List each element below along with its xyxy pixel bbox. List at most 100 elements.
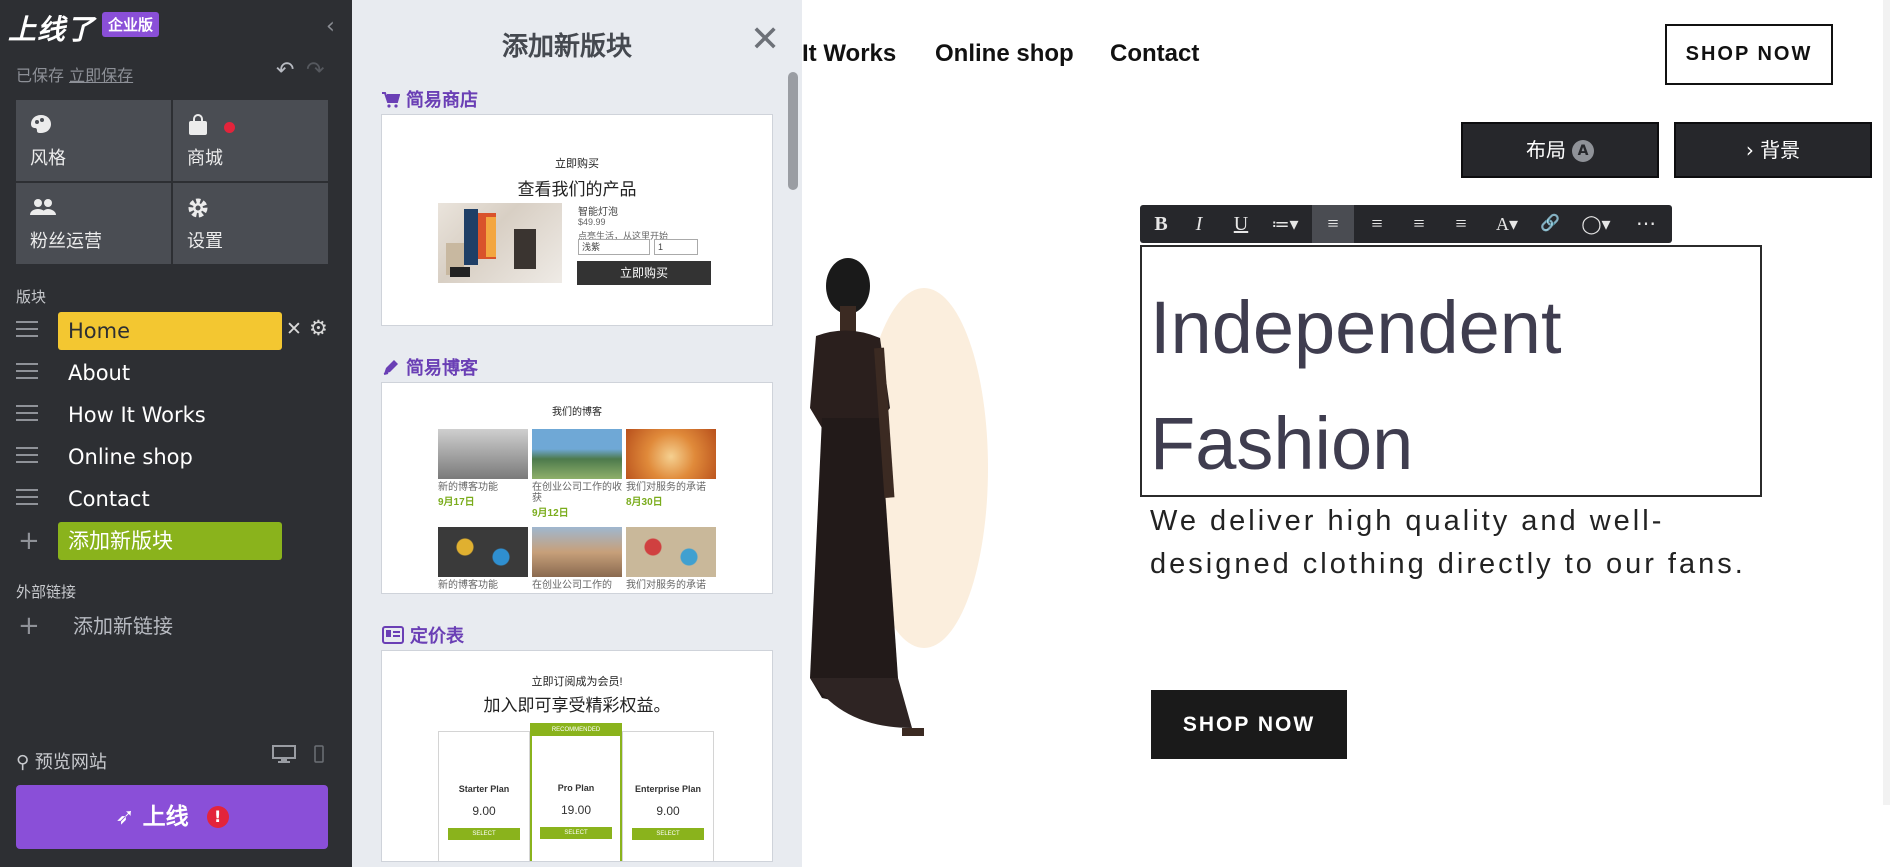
product-image [438, 203, 562, 283]
blog-thumb [626, 527, 716, 577]
more-icon[interactable]: ⋯ [1626, 205, 1666, 243]
buy-now-button[interactable]: 立即购买 [577, 261, 711, 285]
drag-handle-icon[interactable] [16, 363, 38, 381]
block-template-blog[interactable]: 我们的博客 新的博客功能 9月17日 在创业公司工作的收获 9月12日 我们对服… [381, 382, 773, 594]
redo-icon[interactable]: ↷ [306, 58, 324, 83]
panel-scrollbar[interactable] [788, 72, 798, 190]
panel-title: 添加新版块 [501, 32, 632, 62]
quantity-field[interactable]: 1 [654, 239, 698, 255]
align-right-icon[interactable]: ≡ [1398, 205, 1440, 243]
section-title-links: 外部链接 [16, 583, 77, 601]
desktop-icon[interactable] [272, 745, 296, 763]
hero-shop-now-button[interactable]: SHOP NOW [1151, 690, 1347, 759]
pricing-small-title: 立即订阅成为会员! [531, 676, 623, 688]
blog-date: 9月12日 [532, 508, 569, 519]
tile-fans[interactable]: 粉丝运营 [16, 183, 171, 264]
blog-thumb [626, 429, 716, 479]
add-link-button[interactable]: 添加新链接 [73, 607, 173, 645]
drag-handle-icon[interactable] [16, 321, 38, 339]
page-row-online-shop[interactable]: Online shop [16, 438, 336, 476]
align-justify-icon[interactable]: ≡ [1440, 205, 1482, 243]
variant-select[interactable]: 浅紫 [578, 239, 650, 255]
page-label[interactable]: How It Works [58, 396, 216, 434]
add-block-row[interactable]: + 添加新版块 [16, 522, 336, 560]
shop-title: 查看我们的产品 [517, 180, 637, 199]
plan-card-recommended: RECOMMENDED Pro Plan 19.00 SELECT [530, 723, 622, 861]
category-label: 简易商店 [406, 90, 478, 111]
layout-badge: A [1572, 140, 1594, 162]
warning-icon: ! [206, 806, 229, 828]
page-row-how-it-works[interactable]: How It Works [16, 396, 336, 434]
app-logo: 上线了 [8, 13, 96, 46]
publish-button[interactable]: ➶ 上线 ! [16, 785, 328, 849]
product-price: $49.99 [578, 217, 606, 227]
gear-icon [187, 197, 314, 221]
link-icon[interactable]: 🔗 [1532, 205, 1568, 243]
save-now-link[interactable]: 立即保存 [69, 66, 133, 85]
mobile-icon[interactable] [314, 745, 324, 763]
hero-title[interactable]: Independent Fashion [1150, 270, 1760, 502]
nav-link-online-shop[interactable]: Online shop [935, 40, 1074, 68]
nav-link-how-it-works[interactable]: It Works [802, 40, 896, 68]
tile-settings[interactable]: 设置 [173, 183, 328, 264]
align-left-icon[interactable]: ≡ [1312, 205, 1354, 243]
main-menu-tiles: 风格 商城 粉丝运营 设置 [16, 100, 328, 264]
page-row-home[interactable]: Home ✕ ⚙ [16, 312, 336, 350]
select-button[interactable]: SELECT [632, 828, 704, 840]
palette-icon [30, 114, 157, 138]
undo-icon[interactable]: ↶ [276, 58, 294, 83]
align-center-icon[interactable]: ≡ [1356, 205, 1398, 243]
block-template-shop[interactable]: 立即购买 查看我们的产品 智能灯泡 $49.99 点亮生活，从这里开始 浅紫 1… [381, 114, 773, 326]
hero-subtitle[interactable]: We deliver high quality and well-designe… [1150, 500, 1750, 586]
plus-icon[interactable]: + [18, 611, 40, 641]
underline-icon[interactable]: U [1224, 205, 1258, 243]
select-button[interactable]: SELECT [540, 827, 612, 839]
gear-icon[interactable]: ⚙ [309, 316, 328, 340]
add-link-row[interactable]: + 添加新链接 [16, 607, 336, 645]
preview-site-link[interactable]: ⚲ 预览网站 [16, 748, 107, 774]
plan-name: Pro Plan [557, 783, 595, 793]
select-button[interactable]: SELECT [448, 828, 520, 840]
block-template-pricing[interactable]: 立即订阅成为会员! 加入即可享受精彩权益。 Starter Plan 9.00 … [381, 650, 773, 862]
pen-icon [383, 360, 398, 375]
plan-price: 9.00 [472, 804, 496, 818]
tile-shop[interactable]: 商城 [173, 100, 328, 181]
category-label: 简易博客 [406, 358, 478, 379]
tile-style[interactable]: 风格 [16, 100, 171, 181]
background-button[interactable]: › 背景 [1674, 122, 1872, 178]
blog-caption: 新的博客功能 [438, 482, 498, 493]
drag-handle-icon[interactable] [16, 405, 38, 423]
drag-handle-icon[interactable] [16, 447, 38, 465]
color-icon[interactable]: ◯▾ [1572, 205, 1620, 243]
close-icon[interactable]: ✕ [750, 22, 780, 58]
page-label[interactable]: About [58, 354, 140, 392]
nav-link-contact[interactable]: Contact [1110, 40, 1199, 68]
list-icon[interactable]: ≔▾ [1264, 205, 1306, 243]
close-icon[interactable]: ✕ [286, 318, 302, 340]
page-label[interactable]: Contact [58, 480, 160, 518]
page-row-contact[interactable]: Contact [16, 480, 336, 518]
page-label[interactable]: Home [58, 312, 282, 350]
add-block-button[interactable]: 添加新版块 [58, 522, 282, 560]
category-label: 定价表 [410, 626, 464, 647]
blog-caption: 在创业公司工作的 [532, 580, 612, 591]
page-label[interactable]: Online shop [58, 438, 203, 476]
model-image [810, 258, 924, 736]
plus-icon[interactable]: + [18, 526, 40, 556]
bold-icon[interactable]: B [1144, 205, 1178, 243]
layout-button[interactable]: 布局 A [1461, 122, 1659, 178]
nav-shop-now-button[interactable]: SHOP NOW [1665, 24, 1833, 85]
publish-label: 上线 [142, 804, 189, 830]
tile-label: 商城 [187, 148, 223, 169]
editor-sidebar: 上线了 企业版 ‹ 已保存 立即保存 ↶ ↷ 风格 商城 粉丝运营 设置 版块 … [0, 0, 352, 867]
add-block-panel: 添加新版块 ✕ 简易商店 立即购买 查看我们的产品 智能灯泡 $49.99 点亮… [352, 0, 802, 867]
drag-handle-icon[interactable] [16, 489, 38, 507]
font-size-icon[interactable]: A▾ [1486, 205, 1528, 243]
italic-icon[interactable]: I [1182, 205, 1216, 243]
blog-caption: 我们对服务的承诺 [626, 482, 706, 493]
chevron-left-icon[interactable]: ‹ [326, 14, 335, 39]
page-row-about[interactable]: About [16, 354, 336, 392]
blog-date: 9月17日 [438, 497, 475, 508]
preview-label: 预览网站 [34, 752, 107, 773]
section-title-blocks: 版块 [16, 288, 47, 306]
